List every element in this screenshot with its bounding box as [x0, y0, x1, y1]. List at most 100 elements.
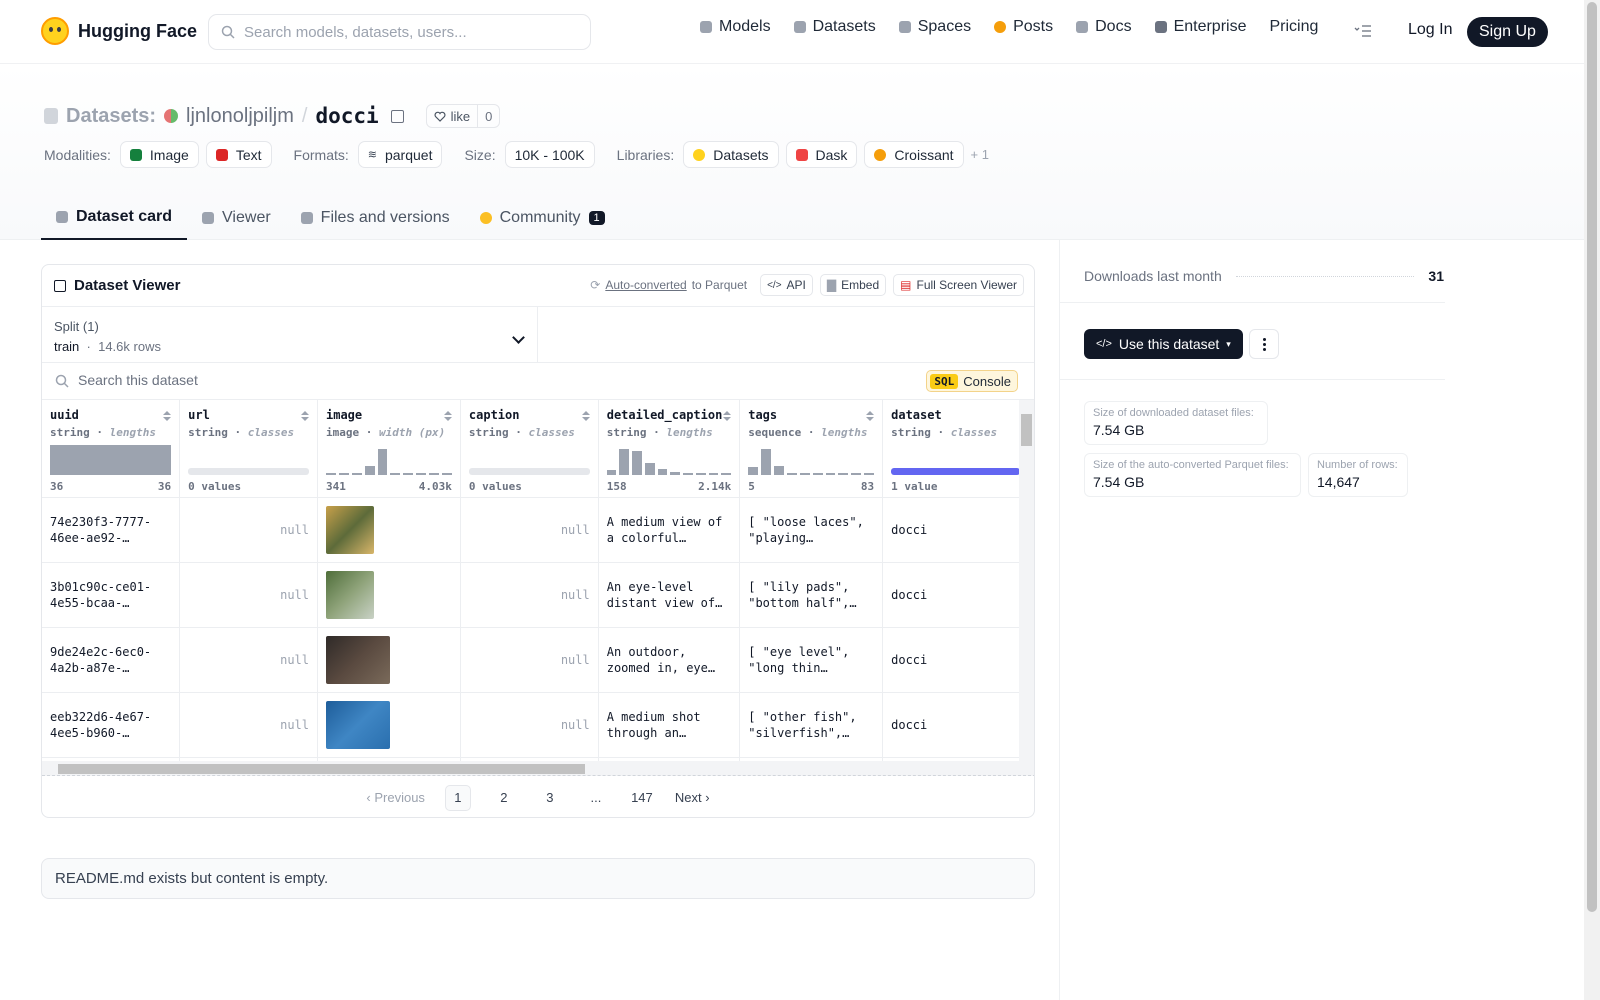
cell-detailed-caption[interactable]: An outdoor, zoomed in, eye level vie…: [598, 627, 741, 693]
nav-link-datasets[interactable]: Datasets: [793, 18, 876, 36]
histogram-bar[interactable]: [377, 449, 388, 475]
scrollbar-thumb[interactable]: [58, 764, 585, 774]
nav-link-enterprise[interactable]: Enterprise: [1154, 18, 1246, 36]
auto-converted-link[interactable]: Auto-converted: [605, 278, 686, 292]
column-header-detailed-caption[interactable]: detailed_caption string · lengths 158 2.14k: [598, 400, 741, 498]
cell-dataset[interactable]: docci: [882, 562, 1021, 628]
histogram-bar[interactable]: [338, 473, 349, 475]
login-link[interactable]: Log In: [1408, 21, 1452, 39]
histogram-bar[interactable]: [708, 473, 719, 475]
cell-uuid[interactable]: 3b01c90c-ce01-4e55-bcaa-…: [42, 562, 181, 628]
use-this-dataset-button[interactable]: </> Use this dataset ▾: [1084, 329, 1243, 359]
histogram-bar[interactable]: [683, 473, 693, 475]
previous-page-button[interactable]: ‹ Previous: [366, 790, 425, 805]
histogram-bar[interactable]: [442, 473, 452, 475]
table-row[interactable]: 3b01c90c-ce01-4e55-bcaa-… null null An eye-…: [42, 562, 1021, 628]
histogram-bar[interactable]: [786, 473, 797, 475]
histogram-bar[interactable]: [838, 473, 849, 475]
nav-link-spaces[interactable]: Spaces: [898, 18, 971, 36]
cell-caption[interactable]: null: [460, 562, 599, 628]
histogram-bar[interactable]: [761, 449, 772, 475]
nav-link-posts[interactable]: Posts: [994, 18, 1053, 36]
image-thumbnail[interactable]: [326, 635, 390, 684]
embed-button[interactable]: ▇ Embed: [819, 274, 887, 296]
owner-link[interactable]: ljnlonoljpiljm: [186, 105, 294, 128]
cell-image[interactable]: [317, 497, 461, 563]
histogram-bar[interactable]: [326, 473, 336, 475]
histogram-bar[interactable]: [606, 470, 617, 475]
cell-image[interactable]: [317, 627, 461, 693]
format-chip-parquet[interactable]: ≋ parquet: [357, 141, 443, 168]
image-thumbnail[interactable]: [326, 700, 390, 749]
image-thumbnail[interactable]: [326, 505, 374, 554]
cell-uuid[interactable]: eeb322d6-4e67-4ee5-b960-…: [42, 692, 181, 758]
more-options-button[interactable]: [1249, 329, 1279, 359]
size-chip[interactable]: 10K - 100K: [504, 141, 595, 168]
scrollbar-thumb[interactable]: [1021, 414, 1032, 446]
scrollbar-thumb[interactable]: [1587, 2, 1597, 912]
nav-link-pricing[interactable]: Pricing: [1269, 18, 1318, 36]
table-vertical-scrollbar[interactable]: [1019, 400, 1034, 761]
more-menu-icon[interactable]: [1354, 24, 1372, 38]
column-header-tags[interactable]: tags sequence · lengths 5 83: [739, 400, 884, 498]
next-page-button[interactable]: Next ›: [675, 790, 710, 805]
sql-console-button[interactable]: SQL Console: [926, 370, 1018, 392]
cell-url[interactable]: null: [179, 562, 318, 628]
column-header-url[interactable]: url string · classes 0 values: [179, 400, 318, 498]
histogram-bar[interactable]: [799, 473, 810, 475]
table-horizontal-scrollbar[interactable]: [42, 761, 1034, 776]
copy-icon[interactable]: [390, 109, 404, 123]
histogram-bar[interactable]: [390, 473, 401, 475]
global-search[interactable]: [208, 14, 591, 50]
tab-dataset-card[interactable]: Dataset card: [41, 195, 188, 240]
cell-tags[interactable]: [ "eye level", "long thin…: [739, 627, 884, 693]
table-row[interactable]: 74e230f3-7777-46ee-ae92-… null null A mediu…: [42, 497, 1021, 563]
nav-link-docs[interactable]: Docs: [1076, 18, 1132, 36]
cell-url[interactable]: null: [179, 627, 318, 693]
histogram-bar[interactable]: [351, 473, 362, 475]
page-button[interactable]: 3: [537, 785, 563, 811]
histogram-bar[interactable]: [670, 472, 681, 475]
cell-tags[interactable]: [ "other fish", "silverfish",…: [739, 692, 884, 758]
histogram-bar[interactable]: [644, 462, 655, 475]
nav-link-models[interactable]: Models: [700, 18, 771, 36]
cell-url[interactable]: null: [179, 497, 318, 563]
column-header-uuid[interactable]: uuid string · lengths 36 36: [42, 400, 181, 498]
page-button[interactable]: 147: [629, 785, 655, 811]
library-chip-datasets[interactable]: Datasets: [683, 141, 779, 168]
column-header-dataset[interactable]: dataset string · classes 1 value: [882, 400, 1021, 498]
histogram-bar[interactable]: [632, 450, 642, 475]
table-row[interactable]: eeb322d6-4e67-4ee5-b960-… null null A mediu…: [42, 692, 1021, 758]
like-button[interactable]: like 0: [425, 104, 501, 128]
image-thumbnail[interactable]: [326, 570, 374, 619]
cell-tags[interactable]: [ "loose laces", "playing guitar",…: [739, 497, 884, 563]
library-chip-dask[interactable]: Dask: [785, 141, 858, 168]
cell-image[interactable]: [317, 692, 461, 758]
histogram-bar[interactable]: [416, 473, 427, 475]
tab-files-and-versions[interactable]: Files and versions: [286, 195, 465, 240]
cell-detailed-caption[interactable]: An eye-level distant view of a…: [598, 562, 741, 628]
split-selector[interactable]: Split (1) train · 14.6k rows: [42, 307, 538, 363]
column-header-image[interactable]: image image · width (px) 341 4.03k: [317, 400, 461, 498]
cell-uuid[interactable]: 9de24e2c-6ec0-4a2b-a87e-…: [42, 627, 181, 693]
cell-detailed-caption[interactable]: A medium view of a colorful cartoon…: [598, 497, 741, 563]
cell-image[interactable]: [317, 562, 461, 628]
tab-viewer[interactable]: Viewer: [187, 195, 286, 240]
column-header-caption[interactable]: caption string · classes 0 values: [460, 400, 599, 498]
histogram-bar[interactable]: [50, 444, 172, 475]
table-row[interactable]: 9de24e2c-6ec0-4a2b-a87e-… null null An outd…: [42, 627, 1021, 693]
histogram-bar[interactable]: [403, 473, 414, 475]
histogram-bar[interactable]: [851, 473, 862, 475]
cell-dataset[interactable]: docci: [882, 692, 1021, 758]
cell-detailed-caption[interactable]: A medium shot through an…: [598, 692, 741, 758]
histogram-bar[interactable]: [429, 473, 440, 475]
histogram-bar[interactable]: [657, 468, 668, 475]
cell-caption[interactable]: null: [460, 627, 599, 693]
histogram-bar[interactable]: [825, 473, 836, 475]
fullscreen-viewer-button[interactable]: ▤ Full Screen Viewer: [893, 274, 1024, 296]
page-button[interactable]: 1: [444, 784, 471, 811]
modality-chip-image[interactable]: Image: [119, 141, 199, 168]
page-button[interactable]: 2: [491, 785, 517, 811]
histogram-bar[interactable]: [619, 449, 630, 475]
page-scrollbar[interactable]: [1584, 0, 1600, 1000]
